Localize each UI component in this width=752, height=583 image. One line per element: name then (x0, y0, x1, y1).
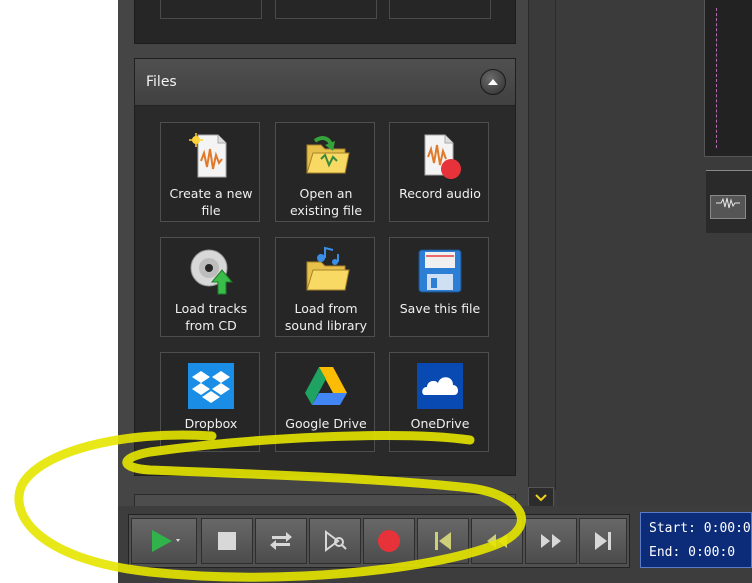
end-time-row: End: 0:00:0 (649, 545, 735, 560)
loop-button[interactable] (255, 518, 307, 564)
record-icon (378, 530, 400, 552)
open-existing-file-label: Open an existing file (289, 186, 363, 218)
google-drive-button[interactable]: Google Drive (275, 352, 375, 452)
transport-controls (128, 514, 630, 568)
dropbox-button[interactable]: Dropbox (160, 352, 260, 452)
waveform-preview (704, 0, 752, 157)
cd-load-icon (190, 249, 234, 295)
rewind-icon (487, 534, 507, 548)
dropbox-label: Dropbox (184, 416, 238, 431)
create-new-file-label: Create a new file (169, 186, 253, 218)
load-tracks-from-cd-button[interactable]: Load tracks from CD (160, 237, 260, 337)
chevron-down-icon (535, 494, 547, 502)
files-panel-title: Files (146, 74, 177, 90)
record-audio-button[interactable]: Record audio (389, 122, 489, 222)
fast-forward-icon (541, 534, 561, 548)
stop-icon (218, 532, 236, 550)
new-audio-file-icon (189, 133, 227, 178)
onedrive-label: OneDrive (410, 416, 470, 431)
floppy-disk-icon (418, 249, 462, 293)
stop-button[interactable] (201, 518, 253, 564)
save-this-file-button[interactable]: Save this file (389, 237, 489, 337)
sound-library-icon (306, 246, 350, 291)
chevron-up-icon (488, 79, 498, 85)
play-icon (152, 530, 180, 552)
playhead-marker (716, 8, 717, 148)
create-new-file-button[interactable]: Create a new file (160, 122, 260, 222)
transport-bar: Start: 0:00:0 End: 0:00:0 (118, 506, 752, 583)
previous-panel-section (134, 0, 516, 44)
end-label: End: (649, 545, 681, 560)
start-label: Start: (649, 521, 696, 536)
google-drive-icon (305, 367, 347, 405)
files-panel: Files Create a new file Open an existing… (134, 58, 516, 476)
open-folder-icon (306, 136, 350, 174)
dropbox-icon (188, 363, 234, 409)
record-button[interactable] (363, 518, 415, 564)
load-from-sound-library-button[interactable]: Load from sound library (275, 237, 375, 337)
load-tracks-from-cd-label: Load tracks from CD (174, 301, 248, 333)
end-value[interactable]: 0:00:0 (688, 545, 735, 560)
open-existing-file-button[interactable]: Open an existing file (275, 122, 375, 222)
selection-time-display: Start: 0:00:0 End: 0:00:0 (640, 512, 752, 568)
fast-forward-button[interactable] (525, 518, 577, 564)
track-control (706, 170, 752, 233)
play-button[interactable] (131, 518, 197, 564)
record-audio-label: Record audio (399, 186, 481, 201)
collapse-files-button[interactable] (480, 69, 506, 95)
loop-icon (270, 532, 292, 550)
waveform-icon[interactable] (710, 195, 746, 219)
previous-tile[interactable] (389, 0, 491, 19)
panel-scrollbar[interactable] (528, 0, 556, 490)
go-to-end-icon (595, 532, 611, 550)
record-audio-icon (424, 134, 461, 179)
files-panel-header[interactable]: Files (135, 59, 515, 106)
save-this-file-label: Save this file (399, 301, 481, 316)
go-to-start-icon (435, 532, 451, 550)
rewind-button[interactable] (471, 518, 523, 564)
scrub-button[interactable] (309, 518, 361, 564)
load-from-sound-library-label: Load from sound library (284, 301, 368, 333)
scrub-icon (325, 530, 347, 552)
waveform-area[interactable] (556, 0, 752, 510)
onedrive-button[interactable]: OneDrive (389, 352, 489, 452)
audio-editor-window: Files Create a new file Open an existing… (118, 0, 752, 583)
go-to-start-button[interactable] (417, 518, 469, 564)
start-time-row: Start: 0:00:0 (649, 521, 751, 536)
previous-tile[interactable] (160, 0, 262, 19)
onedrive-icon (417, 363, 463, 409)
google-drive-label: Google Drive (285, 416, 367, 431)
start-value[interactable]: 0:00:0 (704, 521, 751, 536)
previous-tile[interactable] (275, 0, 377, 19)
left-task-panel: Files Create a new file Open an existing… (118, 0, 528, 516)
go-to-end-button[interactable] (579, 518, 627, 564)
